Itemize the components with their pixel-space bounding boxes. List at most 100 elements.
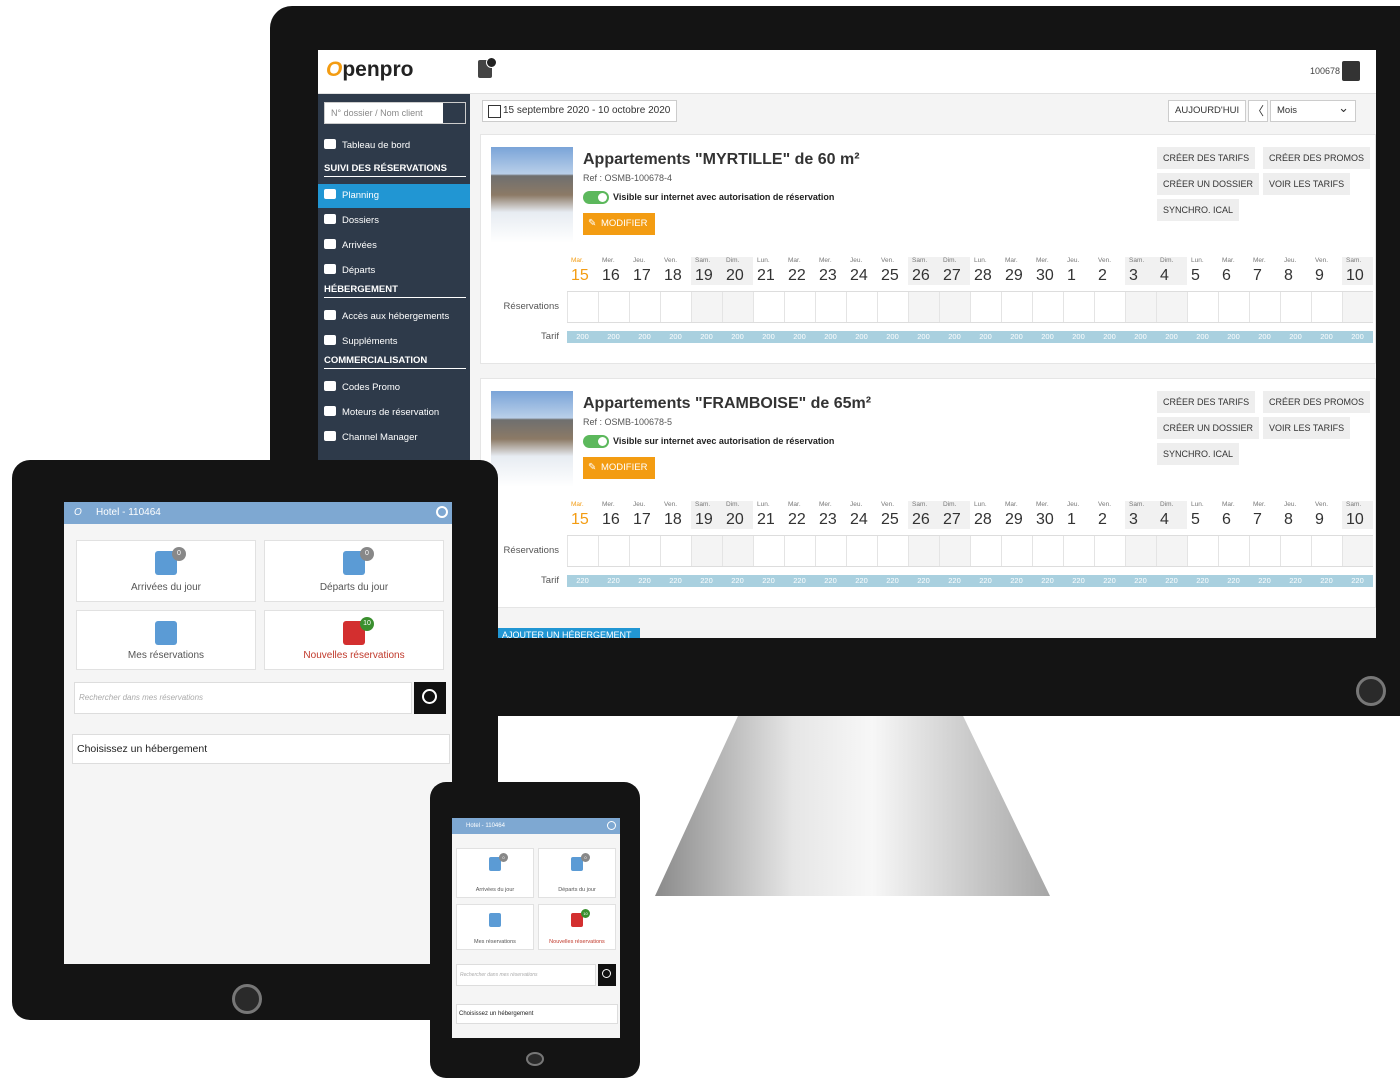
reservation-cell[interactable] xyxy=(877,292,908,322)
reservation-cell[interactable] xyxy=(722,536,753,566)
create-tarifs-button[interactable]: CRÉER DES TARIFS xyxy=(1157,147,1256,169)
reservation-cell[interactable] xyxy=(660,292,691,322)
modify-button[interactable]: MODIFIER xyxy=(583,457,656,479)
reservation-cell[interactable] xyxy=(1187,536,1218,566)
reservation-cell[interactable] xyxy=(815,536,846,566)
arrivees-tile[interactable]: 0 Arrivées du jour xyxy=(456,848,534,898)
reservation-cell[interactable] xyxy=(1311,292,1342,322)
reservation-cell[interactable] xyxy=(784,536,815,566)
reservation-cell[interactable] xyxy=(1094,536,1125,566)
openpro-logo[interactable]: Openpro xyxy=(326,58,414,82)
reservation-cell[interactable] xyxy=(908,292,939,322)
reservation-cell[interactable] xyxy=(722,292,753,322)
tarif-value[interactable]: 200 xyxy=(815,332,846,341)
sidebar-item-moteurs[interactable]: Moteurs de réservation xyxy=(324,403,439,423)
tarif-value[interactable]: 220 xyxy=(1218,576,1249,585)
tarif-value[interactable]: 200 xyxy=(1280,332,1311,341)
reservation-cell[interactable] xyxy=(629,536,660,566)
tarif-value[interactable]: 220 xyxy=(1280,576,1311,585)
reservation-cell[interactable] xyxy=(629,292,660,322)
sidebar-item-acces[interactable]: Accès aux hébergements xyxy=(324,307,449,327)
tarif-value[interactable]: 200 xyxy=(753,332,784,341)
tarif-value[interactable]: 220 xyxy=(598,576,629,585)
reservation-cell[interactable] xyxy=(598,292,629,322)
tarif-value[interactable]: 220 xyxy=(877,576,908,585)
visibility-toggle[interactable] xyxy=(583,191,609,204)
reservation-cell[interactable] xyxy=(1032,536,1063,566)
reservation-cell[interactable] xyxy=(753,536,784,566)
tarif-value[interactable]: 200 xyxy=(629,332,660,341)
tarif-value[interactable]: 200 xyxy=(567,332,598,341)
reservation-cell[interactable] xyxy=(784,292,815,322)
search-input[interactable]: N° dossier / Nom client xyxy=(324,102,466,124)
search-icon[interactable] xyxy=(598,964,616,986)
tarif-value[interactable]: 220 xyxy=(939,576,970,585)
sidebar-item-supplements[interactable]: Suppléments xyxy=(324,332,397,352)
tarif-value[interactable]: 200 xyxy=(691,332,722,341)
nouvelles-reservations-tile[interactable]: 10 Nouvelles réservations xyxy=(538,904,616,950)
tarif-value[interactable]: 220 xyxy=(1001,576,1032,585)
reservation-cell[interactable] xyxy=(753,292,784,322)
tarif-value[interactable]: 200 xyxy=(784,332,815,341)
tarif-value[interactable]: 220 xyxy=(691,576,722,585)
tarif-value[interactable]: 200 xyxy=(1156,332,1187,341)
previous-button[interactable]: 〈 xyxy=(1248,100,1268,122)
create-promos-button[interactable]: CRÉER DES PROMOS xyxy=(1263,391,1371,413)
voir-tarifs-button[interactable]: VOIR LES TARIFS xyxy=(1263,173,1351,195)
reservation-cell[interactable] xyxy=(1125,536,1156,566)
reservation-cell[interactable] xyxy=(567,536,598,566)
sidebar-item-arrivees[interactable]: Arrivées xyxy=(324,236,377,256)
tarif-value[interactable]: 200 xyxy=(1249,332,1280,341)
reservation-cell[interactable] xyxy=(1280,536,1311,566)
tarif-value[interactable]: 200 xyxy=(1063,332,1094,341)
today-button[interactable]: AUJOURD'HUI xyxy=(1168,100,1247,122)
search-icon[interactable] xyxy=(443,103,465,123)
reservation-cell[interactable] xyxy=(846,536,877,566)
reservation-cell[interactable] xyxy=(1218,536,1249,566)
reservation-cell[interactable] xyxy=(1032,292,1063,322)
reservation-cell[interactable] xyxy=(1249,536,1280,566)
tarif-value[interactable]: 200 xyxy=(877,332,908,341)
user-avatar-icon[interactable] xyxy=(1342,61,1360,81)
tarif-value[interactable]: 200 xyxy=(939,332,970,341)
reservation-cell[interactable] xyxy=(877,536,908,566)
reservation-cell[interactable] xyxy=(1063,292,1094,322)
tarif-value[interactable]: 220 xyxy=(753,576,784,585)
departs-tile[interactable]: 0 Départs du jour xyxy=(538,848,616,898)
tarif-value[interactable]: 200 xyxy=(660,332,691,341)
nouvelles-reservations-tile[interactable]: 10 Nouvelles réservations xyxy=(264,610,444,670)
tarif-row[interactable]: 200 200 200 200 200 200 200 200 200 200 200 200 200 2… xyxy=(567,331,1373,343)
tarif-value[interactable]: 200 xyxy=(722,332,753,341)
add-accommodation-button[interactable]: AJOUTER UN HÉBERGEMENT xyxy=(494,628,640,638)
reservation-cell[interactable] xyxy=(1156,536,1187,566)
create-dossier-button[interactable]: CRÉER UN DOSSIER xyxy=(1157,417,1260,439)
reservation-cell[interactable] xyxy=(1125,292,1156,322)
reservation-cell[interactable] xyxy=(1249,292,1280,322)
reservation-cell[interactable] xyxy=(1001,536,1032,566)
tarif-value[interactable]: 220 xyxy=(815,576,846,585)
synchro-ical-button[interactable]: SYNCHRO. ICAL xyxy=(1157,443,1240,465)
reservation-cell[interactable] xyxy=(1218,292,1249,322)
reservation-cell[interactable] xyxy=(660,536,691,566)
tarif-value[interactable]: 200 xyxy=(1032,332,1063,341)
tarif-value[interactable]: 200 xyxy=(1001,332,1032,341)
reservation-cell[interactable] xyxy=(1342,292,1373,322)
tarif-value[interactable]: 220 xyxy=(1094,576,1125,585)
reservation-cell[interactable] xyxy=(1311,536,1342,566)
reservation-cell[interactable] xyxy=(1342,536,1373,566)
accommodation-select[interactable]: Choisissez un hébergement xyxy=(72,734,450,764)
modify-button[interactable]: MODIFIER xyxy=(583,213,656,235)
reservation-cell[interactable] xyxy=(1187,292,1218,322)
tarif-value[interactable]: 200 xyxy=(1311,332,1342,341)
arrivees-tile[interactable]: 0 Arrivées du jour xyxy=(76,540,256,602)
sidebar-item-departs[interactable]: Départs xyxy=(324,261,375,281)
tarif-value[interactable]: 220 xyxy=(1156,576,1187,585)
reservation-cell[interactable] xyxy=(1156,292,1187,322)
mes-reservations-tile[interactable]: Mes réservations xyxy=(456,904,534,950)
tarif-value[interactable]: 200 xyxy=(598,332,629,341)
sidebar-item-promo[interactable]: Codes Promo xyxy=(324,378,400,398)
sidebar-item-dossiers[interactable]: Dossiers xyxy=(324,211,379,231)
tarif-value[interactable]: 200 xyxy=(1187,332,1218,341)
tarif-value[interactable]: 220 xyxy=(1032,576,1063,585)
reservation-cell[interactable] xyxy=(691,292,722,322)
